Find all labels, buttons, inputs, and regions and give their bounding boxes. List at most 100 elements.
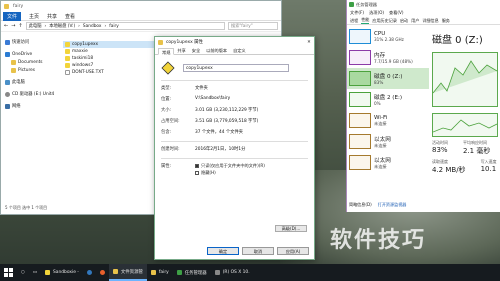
tm-menu-view[interactable]: 查看(V) bbox=[389, 10, 404, 16]
tm-detail-pane: 磁盘 0 (Z:) 活动时间 83% 平均响应时间 2.1 毫秒 读取速度 4.… bbox=[429, 26, 500, 175]
taskbar-vm[interactable]: (R) OS X 10. bbox=[211, 264, 254, 281]
folder-icon bbox=[150, 270, 156, 275]
nav-documents[interactable]: Documents bbox=[1, 58, 61, 66]
tab-processes[interactable]: 进程 bbox=[350, 18, 358, 24]
properties-dialog[interactable]: copy1upexx 属性 ✕ 常规 共享 安全 以前的版本 自定义 copy1… bbox=[154, 36, 315, 260]
tm-item-disk2[interactable]: 磁盘 2 (E:) 0% bbox=[347, 89, 429, 110]
taskmgr-icon bbox=[349, 2, 354, 7]
taskbar-firefox[interactable] bbox=[96, 264, 109, 281]
explorer-title: fairy bbox=[13, 4, 24, 9]
ribbon-tab-share[interactable]: 共享 bbox=[47, 13, 57, 20]
list-item[interactable]: maxxie bbox=[63, 48, 163, 55]
ribbon-tab-home[interactable]: 主页 bbox=[29, 13, 39, 20]
taskbar-task-view[interactable]: ▭ bbox=[29, 264, 41, 281]
tab-services[interactable]: 服务 bbox=[442, 18, 450, 24]
fewer-details-link[interactable]: 简略信息(D) bbox=[349, 202, 372, 208]
taskbar-edge[interactable] bbox=[83, 264, 96, 281]
tab-general[interactable]: 常规 bbox=[158, 48, 175, 55]
sandboxie-icon bbox=[65, 56, 70, 61]
tm-item-disk0[interactable]: 磁盘 0 (Z:) 83% bbox=[347, 68, 429, 89]
address-bar[interactable]: 此电脑 › 本地磁盘 (V:) › Sandbox › fairy bbox=[25, 22, 225, 30]
search-input[interactable]: 搜索"fairy" bbox=[228, 22, 278, 30]
name-field[interactable]: copy1upexx bbox=[183, 64, 289, 72]
memory-sparkline bbox=[349, 50, 371, 65]
cpu-sparkline bbox=[349, 29, 371, 44]
apply-button[interactable]: 应用(A) bbox=[277, 247, 309, 255]
folder-icon bbox=[112, 269, 118, 274]
checkbox-icon bbox=[195, 163, 199, 168]
disk-activity-graph bbox=[432, 52, 498, 107]
ribbon-tab-view[interactable]: 查看 bbox=[65, 13, 75, 20]
sandboxie-icon bbox=[65, 63, 70, 68]
tab-performance[interactable]: 性能 bbox=[361, 17, 370, 24]
nav-onedrive[interactable]: OneDrive bbox=[1, 50, 61, 58]
breadcrumb-disk-v[interactable]: 本地磁盘 (V:) bbox=[49, 23, 75, 29]
nav-pictures[interactable]: Pictures bbox=[1, 66, 61, 74]
tab-security[interactable]: 安全 bbox=[189, 47, 203, 54]
write-speed-value: 10.1 bbox=[480, 165, 497, 173]
close-icon[interactable]: ✕ bbox=[304, 40, 314, 45]
ribbon-tab-file[interactable]: 文件 bbox=[3, 11, 22, 21]
breadcrumb-fairy[interactable]: fairy bbox=[109, 24, 119, 29]
disk2-sparkline bbox=[349, 92, 371, 107]
up-arrow-icon[interactable]: ↑ bbox=[18, 23, 22, 29]
search-icon: ○ bbox=[21, 270, 25, 275]
taskbar-task-manager[interactable]: 任务管理器 bbox=[173, 264, 211, 281]
taskbar-explorer[interactable]: 文件资源管 bbox=[108, 264, 147, 281]
folder-icon bbox=[11, 67, 16, 73]
active-time-value: 83% bbox=[432, 146, 448, 154]
ok-button[interactable]: 确定 bbox=[207, 247, 239, 255]
nav-cd-drive[interactable]: CD 驱动器 (E:) Unit4 bbox=[1, 90, 61, 98]
open-resource-monitor-link[interactable]: 打开资源监视器 bbox=[378, 202, 407, 208]
explorer-titlebar[interactable]: fairy bbox=[1, 1, 281, 12]
forward-arrow-icon[interactable]: → bbox=[11, 23, 15, 29]
edge-icon bbox=[86, 270, 92, 275]
start-button[interactable] bbox=[0, 264, 17, 281]
advanced-button[interactable]: 高级(D)... bbox=[275, 225, 307, 232]
tm-menu-options[interactable]: 选项(O) bbox=[369, 10, 384, 16]
tab-users[interactable]: 用户 bbox=[411, 18, 419, 24]
list-item[interactable]: windows7 bbox=[63, 62, 163, 69]
breadcrumb-this-pc[interactable]: 此电脑 bbox=[29, 23, 42, 29]
network-icon bbox=[5, 103, 10, 109]
dialog-titlebar[interactable]: copy1upexx 属性 ✕ bbox=[155, 37, 314, 47]
task-view-icon: ▭ bbox=[32, 270, 37, 275]
taskbar-fairy[interactable]: fairy bbox=[147, 264, 173, 281]
size-label: 大小: bbox=[161, 107, 172, 113]
task-manager-window[interactable]: 任务管理器 文件(F) 选项(O) 查看(V) 进程 性能 应用历史记录 启动 … bbox=[346, 0, 500, 212]
tm-item-wifi[interactable]: Wi-Fi 未连接 bbox=[347, 110, 429, 131]
tab-sharing[interactable]: 共享 bbox=[174, 47, 188, 54]
tab-details[interactable]: 详细信息 bbox=[422, 18, 438, 24]
folder-icon bbox=[11, 59, 16, 65]
readonly-checkbox[interactable]: 只读(仅应用于文件夹中的文件)(R) bbox=[195, 162, 265, 169]
nav-network[interactable]: 网络 bbox=[1, 102, 61, 110]
list-item[interactable]: taskimi18 bbox=[63, 55, 163, 62]
tab-customize[interactable]: 自定义 bbox=[230, 47, 249, 54]
tm-menu-file[interactable]: 文件(F) bbox=[350, 10, 364, 16]
tm-item-ethernet-1[interactable]: 以太网 未连接 bbox=[347, 131, 429, 152]
tab-previous-versions[interactable]: 以前的版本 bbox=[203, 47, 230, 54]
tm-item-cpu[interactable]: CPU 31% 2.38 GHz bbox=[347, 26, 429, 47]
disc-icon bbox=[5, 91, 10, 97]
taskbar: ○ ▭ Sandboxie - 文件资源管 fairy 任务管理器 (R) OS… bbox=[0, 264, 500, 281]
tab-app-history[interactable]: 应用历史记录 bbox=[372, 18, 397, 24]
cancel-button[interactable]: 取消 bbox=[242, 247, 274, 255]
nav-this-pc[interactable]: 此电脑 bbox=[1, 78, 61, 86]
nav-quick-access[interactable]: 快速访问 bbox=[1, 38, 61, 46]
taskbar-search[interactable]: ○ bbox=[17, 264, 29, 281]
text-file-icon bbox=[65, 70, 70, 75]
tab-startup[interactable]: 启动 bbox=[400, 18, 408, 24]
list-item[interactable]: copy1upexx bbox=[63, 41, 163, 48]
back-arrow-icon[interactable]: ← bbox=[4, 23, 8, 29]
breadcrumb-sandbox[interactable]: Sandbox bbox=[83, 24, 102, 29]
tm-titlebar[interactable]: 任务管理器 bbox=[347, 0, 500, 9]
list-item[interactable]: DONT-USE.TXT bbox=[63, 69, 163, 76]
taskbar-sandboxie[interactable]: Sandboxie - bbox=[41, 264, 83, 281]
tm-item-ethernet-2[interactable]: 以太网 未连接 bbox=[347, 152, 429, 173]
hidden-checkbox[interactable]: 隐藏(H) bbox=[195, 169, 216, 176]
tm-item-memory[interactable]: 内存 7.7/15.9 GB (48%) bbox=[347, 47, 429, 68]
avg-response-value: 2.1 毫秒 bbox=[463, 147, 491, 155]
sandboxie-icon bbox=[161, 61, 175, 75]
attributes-label: 属性: bbox=[161, 163, 172, 169]
size-on-disk-label: 占用空间: bbox=[161, 118, 180, 124]
